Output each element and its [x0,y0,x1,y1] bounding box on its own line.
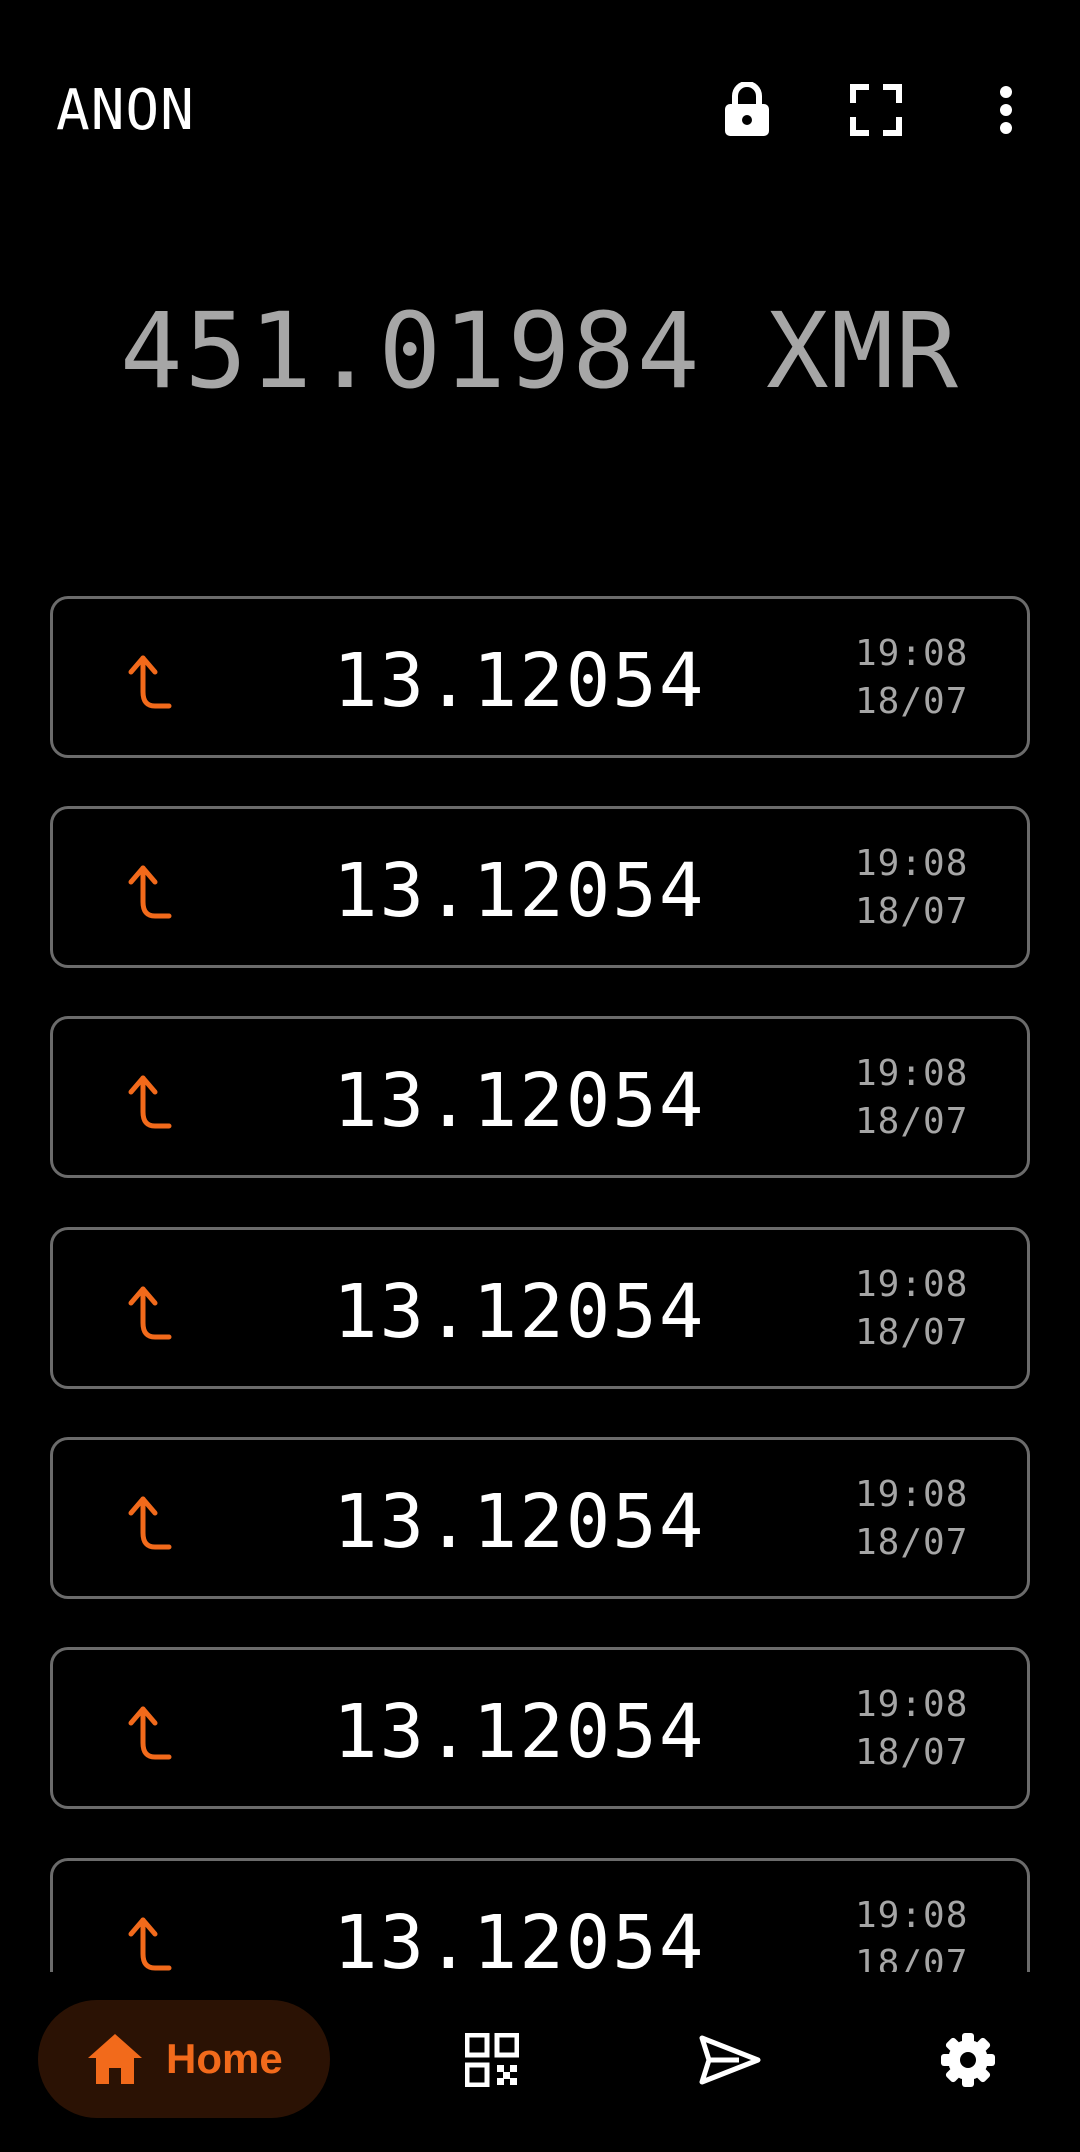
transaction-row[interactable]: 13.12054 19:08 18/07 [50,1437,1030,1599]
fullscreen-icon[interactable] [844,78,908,142]
lock-icon[interactable] [715,78,779,142]
transaction-row[interactable]: 13.12054 19:08 18/07 [50,1016,1030,1178]
transaction-date: 18/07 [855,1943,969,1972]
transaction-amount: 13.12054 [333,1689,706,1775]
transaction-amount: 13.12054 [333,1269,706,1355]
home-icon [88,2034,142,2084]
transaction-time: 19:08 [855,843,969,884]
transaction-amount: 13.12054 [333,638,706,724]
transaction-time: 19:08 [855,1474,969,1515]
transaction-time: 19:08 [855,1053,969,1094]
transaction-date: 18/07 [855,1101,969,1142]
transaction-time: 19:08 [855,633,969,674]
transaction-date: 18/07 [855,681,969,722]
bottom-navigation: Home [0,1972,1080,2152]
nav-home-label: Home [166,2035,283,2082]
top-app-bar: ANON [0,0,1080,220]
wallet-name: ANON [56,78,195,143]
transaction-list[interactable]: 13.12054 19:08 18/07 13.12054 19:08 18/0… [0,596,1080,1972]
send-icon [699,2035,761,2085]
outgoing-arrow-icon [128,655,172,709]
transaction-amount: 13.12054 [333,1058,706,1144]
transaction-date: 18/07 [855,1312,969,1353]
transaction-date: 18/07 [855,891,969,932]
outgoing-arrow-icon [128,1286,172,1340]
transaction-row[interactable]: 13.12054 19:08 18/07 [50,596,1030,758]
outgoing-arrow-icon [128,1075,172,1129]
transaction-row[interactable]: 13.12054 19:08 18/07 [50,1647,1030,1809]
qr-code-icon [465,2033,519,2087]
balance-amount: 451.01984 XMR [120,290,960,412]
more-vert-icon[interactable] [974,78,1038,142]
transaction-amount: 13.12054 [333,1900,706,1972]
transaction-time: 19:08 [855,1684,969,1725]
transaction-date: 18/07 [855,1732,969,1773]
transaction-row[interactable]: 13.12054 19:08 18/07 [50,1227,1030,1389]
transaction-time: 19:08 [855,1895,969,1936]
transaction-amount: 13.12054 [333,848,706,934]
transaction-date: 18/07 [855,1522,969,1563]
nav-send-button[interactable] [694,2024,766,2096]
nav-receive-button[interactable] [456,2024,528,2096]
transaction-row[interactable]: 13.12054 19:08 18/07 [50,806,1030,968]
nav-settings-button[interactable] [932,2024,1004,2096]
transaction-amount: 13.12054 [333,1479,706,1565]
nav-home-button[interactable]: Home [38,2000,330,2118]
settings-icon [941,2033,995,2087]
transaction-time: 19:08 [855,1264,969,1305]
outgoing-arrow-icon [128,1496,172,1550]
outgoing-arrow-icon [128,1917,172,1971]
outgoing-arrow-icon [128,1706,172,1760]
transaction-row[interactable]: 13.12054 19:08 18/07 [50,1858,1030,1972]
outgoing-arrow-icon [128,865,172,919]
